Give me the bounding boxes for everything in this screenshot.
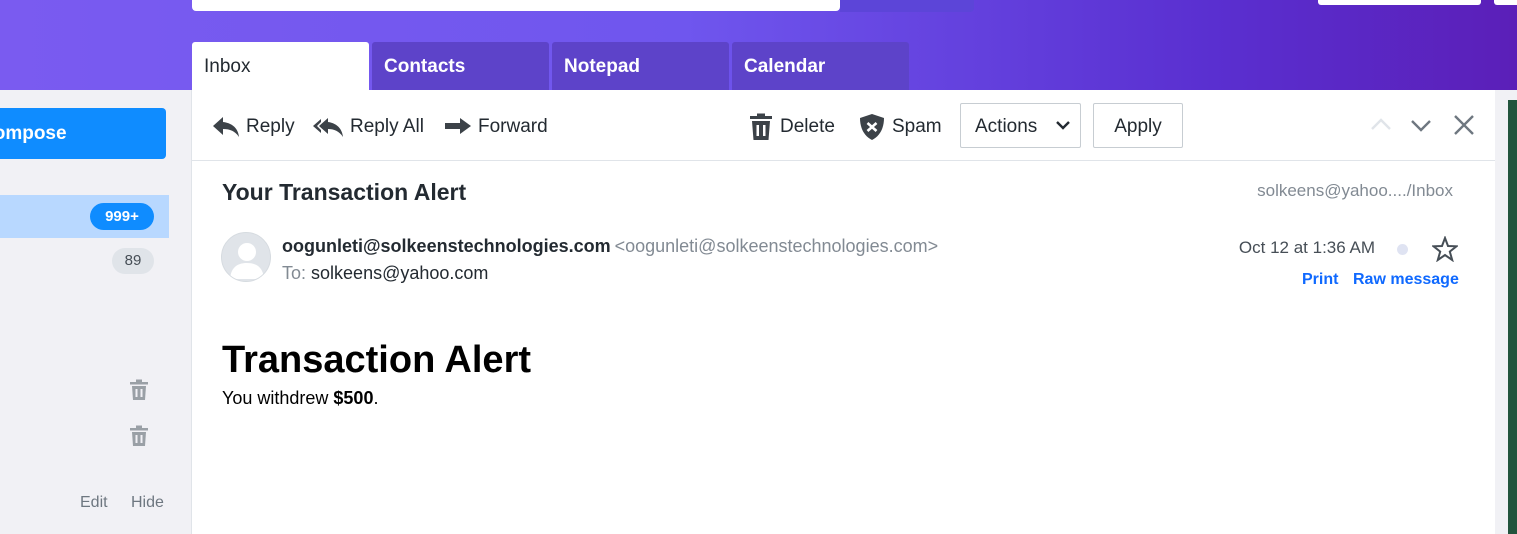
trash-icon	[750, 113, 772, 140]
folder-count-badge: 89	[112, 248, 154, 274]
forward-icon	[445, 118, 471, 134]
app-header: Inbox Contacts Notepad Calendar	[0, 0, 1517, 90]
message-toolbar: Reply Reply All Forward Delete Spam Acti…	[192, 90, 1496, 161]
message-panel: Reply Reply All Forward Delete Spam Acti…	[191, 90, 1496, 534]
tab-calendar[interactable]: Calendar	[732, 42, 909, 90]
edit-link[interactable]: Edit	[80, 494, 108, 512]
forward-button[interactable]: Forward	[444, 110, 548, 144]
chevron-up-icon[interactable]	[1370, 114, 1392, 136]
inbox-unread-badge: 999+	[90, 203, 154, 230]
body-text-suffix: .	[373, 388, 379, 408]
chevron-down-icon	[1056, 121, 1070, 130]
compose-label: Compose	[0, 123, 67, 144]
compose-button[interactable]: Compose	[0, 108, 166, 159]
message-date: Oct 12 at 1:36 AM	[1238, 238, 1375, 257]
body-text-prefix: You withdrew	[222, 388, 334, 408]
raw-message-link[interactable]: Raw message	[1353, 271, 1459, 289]
spam-button[interactable]: Spam	[858, 110, 942, 144]
close-icon[interactable]	[1453, 114, 1475, 136]
spam-label: Spam	[892, 116, 942, 137]
body-text: You withdrew $500.	[222, 388, 378, 409]
avatar	[221, 232, 271, 282]
sender-name[interactable]: oogunleti@solkeenstechnologies.com	[282, 236, 611, 256]
trash-icon[interactable]	[129, 425, 149, 447]
chevron-down-icon[interactable]	[1410, 114, 1432, 136]
reply-label: Reply	[246, 116, 295, 137]
delete-label: Delete	[780, 116, 835, 137]
header-menu-button[interactable]	[1494, 0, 1517, 5]
reply-icon	[213, 117, 239, 137]
sender-address: <oogunleti@solkeenstechnologies.com>	[614, 236, 939, 256]
sidebar: Compose 999+ 89 Edit Hide	[0, 90, 190, 534]
folder-path: solkeens@yahoo..../Inbox	[1257, 181, 1453, 200]
reply-all-button[interactable]: Reply All	[312, 110, 424, 144]
recipient-line: To: solkeens@yahoo.com	[282, 263, 488, 284]
unread-dot-icon[interactable]	[1397, 244, 1408, 255]
search-input[interactable]	[192, 0, 840, 11]
shield-icon	[860, 114, 884, 140]
actions-selected-value: Actions	[975, 116, 1038, 137]
reply-button[interactable]: Reply	[212, 110, 295, 144]
to-label: To:	[282, 263, 307, 283]
body-amount: $500	[333, 388, 374, 408]
recipient-address[interactable]: solkeens@yahoo.com	[311, 263, 488, 283]
body-heading: Transaction Alert	[222, 339, 532, 381]
search-button[interactable]	[840, 0, 974, 12]
tab-notepad[interactable]: Notepad	[552, 42, 729, 90]
side-panel-edge	[1508, 100, 1517, 534]
tab-inbox[interactable]: Inbox	[192, 42, 369, 90]
print-link[interactable]: Print	[1302, 271, 1338, 289]
actions-select[interactable]: Actions	[960, 103, 1081, 148]
apply-button[interactable]: Apply	[1093, 103, 1183, 148]
header-account-button[interactable]	[1318, 0, 1481, 5]
hide-link[interactable]: Hide	[131, 494, 164, 512]
tab-contacts[interactable]: Contacts	[372, 42, 549, 90]
reply-all-icon	[313, 118, 343, 137]
trash-icon[interactable]	[129, 379, 149, 401]
message-subject: Your Transaction Alert	[222, 179, 467, 205]
delete-button[interactable]: Delete	[748, 110, 835, 144]
reply-all-label: Reply All	[350, 116, 424, 137]
star-icon[interactable]	[1432, 236, 1458, 262]
forward-label: Forward	[478, 116, 548, 137]
sender-line: oogunleti@solkeenstechnologies.com <oogun…	[282, 236, 938, 257]
